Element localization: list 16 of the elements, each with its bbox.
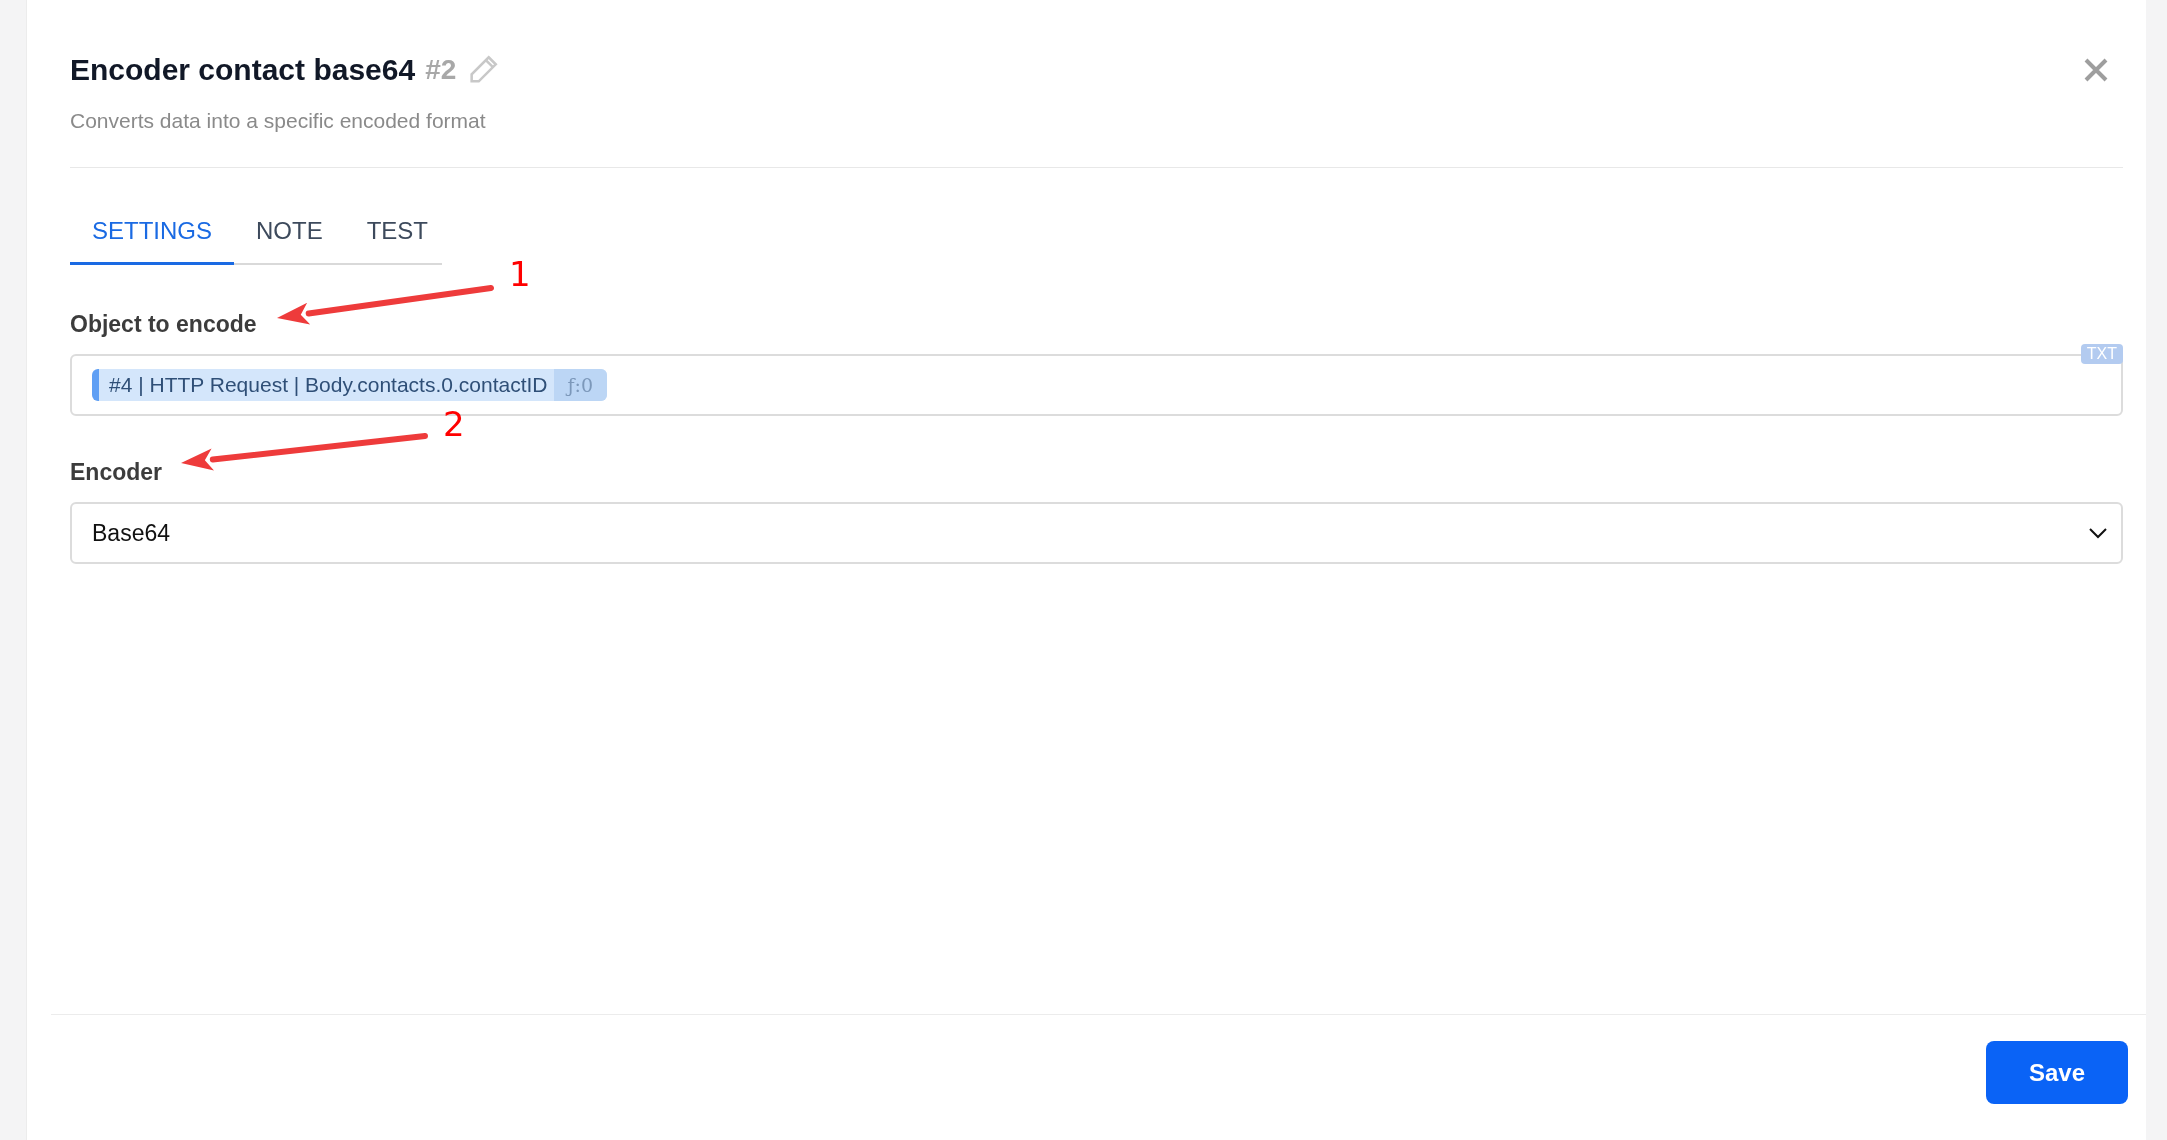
variable-token[interactable]: #4 | HTTP Request | Body.contacts.0.contactID ƒ:0 [92, 369, 608, 401]
type-badge: TXT [2080, 344, 2123, 364]
token-suffix: ƒ:0 [553, 369, 608, 401]
tab[interactable]: SETTINGS [70, 205, 234, 265]
tab[interactable]: NOTE [234, 205, 345, 265]
panel-title: Encoder contact base64 [70, 53, 416, 87]
annotation-number: 1 [509, 254, 531, 294]
tab[interactable]: TEST [344, 205, 451, 265]
encoder-select[interactable]: Base64 [70, 502, 2123, 564]
save-button[interactable]: Save [1986, 1041, 2128, 1104]
field-label: Object to encode [70, 311, 257, 338]
token-text: #4 | HTTP Request | Body.contacts.0.contactID [108, 372, 549, 398]
panel-subtitle: Converts data into a specific encoded format [70, 109, 486, 133]
node-number: #2 [425, 54, 457, 86]
chevron-down-icon [2089, 527, 2107, 539]
field-label: Encoder [70, 459, 163, 486]
